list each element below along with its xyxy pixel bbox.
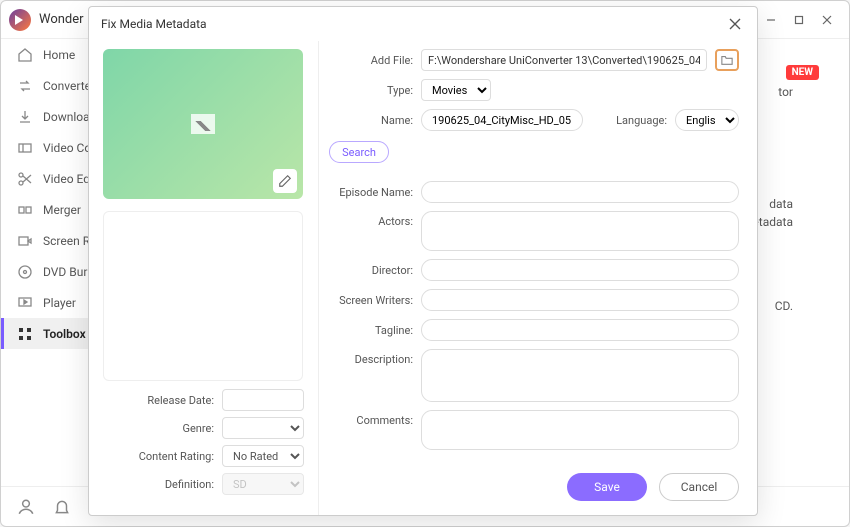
tagline-input[interactable] <box>421 319 739 341</box>
language-select[interactable]: English <box>675 109 739 131</box>
home-icon <box>17 47 33 63</box>
director-label: Director: <box>329 264 413 277</box>
info-box <box>103 211 303 381</box>
comments-input[interactable] <box>421 410 739 450</box>
browse-folder-button[interactable] <box>715 49 739 71</box>
toolbox-icon <box>17 326 33 342</box>
metadata-modal: Fix Media Metadata Release Date: Genre: <box>88 6 758 516</box>
modal-close-button[interactable] <box>725 14 745 34</box>
description-input[interactable] <box>421 349 739 402</box>
add-file-input[interactable] <box>421 49 707 71</box>
writers-label: Screen Writers: <box>329 294 413 307</box>
bell-icon[interactable] <box>53 498 71 516</box>
tagline-label: Tagline: <box>329 324 413 337</box>
sidebar-item-label: Toolbox <box>43 327 86 341</box>
modal-right-panel: Add File: Type: Movies Name: Language: E… <box>319 41 757 515</box>
sidebar-item-label: Home <box>43 48 75 62</box>
episode-input[interactable] <box>421 181 739 203</box>
new-badge: NEW <box>786 65 819 80</box>
user-icon[interactable] <box>17 498 35 516</box>
name-label: Name: <box>329 114 413 127</box>
player-icon <box>17 295 33 311</box>
close-button[interactable] <box>813 6 841 34</box>
episode-label: Episode Name: <box>329 186 413 199</box>
maximize-button[interactable] <box>785 6 813 34</box>
genre-label: Genre: <box>182 422 214 435</box>
release-date-input[interactable] <box>222 389 304 411</box>
modal-left-panel: Release Date: Genre: Content Rating: No … <box>89 41 319 515</box>
minimize-button[interactable] <box>757 6 785 34</box>
recorder-icon <box>17 233 33 249</box>
peek-text: tor <box>778 85 793 99</box>
edit-thumbnail-button[interactable] <box>273 169 297 193</box>
search-button[interactable]: Search <box>329 141 389 163</box>
dvd-icon <box>17 264 33 280</box>
comments-label: Comments: <box>329 410 413 427</box>
director-input[interactable] <box>421 259 739 281</box>
type-label: Type: <box>329 84 413 97</box>
modal-title: Fix Media Metadata <box>101 17 207 31</box>
description-label: Description: <box>329 349 413 366</box>
save-button[interactable]: Save <box>567 473 647 501</box>
merger-icon <box>17 202 33 218</box>
cancel-button[interactable]: Cancel <box>659 473 739 501</box>
converter-icon <box>17 78 33 94</box>
add-file-label: Add File: <box>329 54 413 67</box>
peek-text: data <box>769 197 793 211</box>
definition-label: Definition: <box>165 478 214 491</box>
scissors-icon <box>17 171 33 187</box>
rating-select[interactable]: No Rated <box>222 445 304 467</box>
actors-input[interactable] <box>421 211 739 251</box>
modal-header: Fix Media Metadata <box>89 7 757 41</box>
peek-text: CD. <box>775 299 793 313</box>
rating-label: Content Rating: <box>139 450 214 463</box>
language-label: Language: <box>616 114 667 127</box>
release-date-label: Release Date: <box>147 394 214 407</box>
app-logo-icon <box>9 9 31 31</box>
type-select[interactable]: Movies <box>421 79 491 101</box>
media-thumbnail <box>103 49 303 199</box>
name-input[interactable] <box>421 109 583 131</box>
modal-footer: Save Cancel <box>567 473 739 501</box>
sidebar-item-label: Merger <box>43 203 81 217</box>
sidebar-item-label: Player <box>43 296 76 310</box>
writers-input[interactable] <box>421 289 739 311</box>
download-icon <box>17 109 33 125</box>
image-placeholder-icon <box>191 114 215 134</box>
peek-text: etadata <box>752 215 793 229</box>
compressor-icon <box>17 140 33 156</box>
actors-label: Actors: <box>329 211 413 228</box>
definition-select: SD <box>222 473 304 495</box>
genre-select[interactable] <box>222 417 304 439</box>
app-title: Wonder <box>39 12 84 27</box>
